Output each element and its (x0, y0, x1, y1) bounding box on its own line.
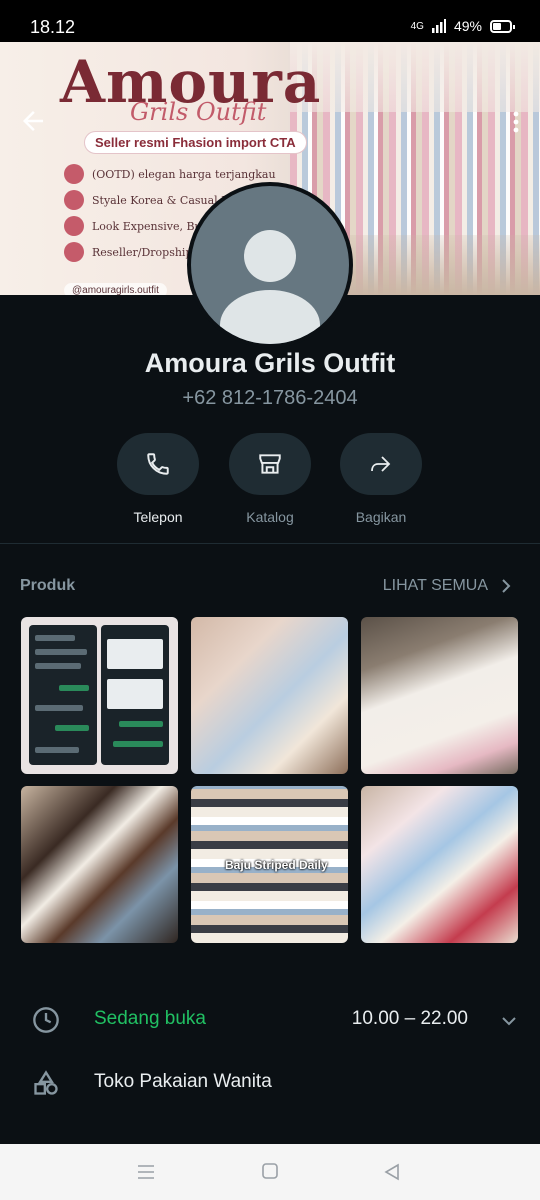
more-options-icon[interactable] (512, 110, 520, 134)
product-tile[interactable] (361, 786, 518, 943)
product-tile[interactable] (191, 617, 348, 774)
shirt-icon (64, 190, 84, 210)
product-tile[interactable]: Baju Striped Daily (191, 786, 348, 943)
back-icon[interactable] (382, 1162, 402, 1182)
share-icon (371, 456, 391, 472)
business-hours: 10.00 – 22.00 (351, 1008, 468, 1029)
phone-icon (147, 453, 169, 475)
category-icon (34, 1070, 58, 1095)
network-indicator: 4G (410, 20, 424, 32)
clock-icon (33, 1007, 59, 1033)
chevron-down-icon[interactable] (500, 1012, 518, 1030)
catalog-label: Katalog (246, 509, 294, 525)
banner-handle: @amouragirls.outfit (64, 283, 167, 295)
product-tile[interactable] (21, 617, 178, 774)
profile-avatar[interactable] (187, 182, 353, 348)
call-button[interactable]: Telepon (108, 433, 208, 525)
home-icon[interactable] (261, 1162, 279, 1180)
business-name: Amoura Grils Outfit (144, 348, 396, 378)
business-category: Toko Pakaian Wanita (94, 1071, 272, 1092)
battery-percent: 49% (453, 18, 482, 34)
dress-icon (64, 164, 84, 184)
business-hours-row[interactable]: Sedang buka 10.00 – 22.00 (0, 990, 540, 1050)
banner-subtitle: Grils Outfit (130, 98, 267, 126)
status-bar: 18.12 4G 49% (0, 0, 540, 42)
products-title: Produk (20, 577, 76, 594)
banner-feature: (OOTD) elegan harga terjangkau (64, 164, 276, 184)
product-tile[interactable] (21, 786, 178, 943)
banner-seller-tag: Seller resmi Fhasion import CTA (84, 131, 307, 154)
catalog-button[interactable]: Katalog (220, 433, 320, 525)
battery-icon (490, 19, 515, 33)
recent-apps-icon[interactable] (136, 1162, 156, 1182)
system-navigation-bar (0, 1144, 540, 1200)
people-icon (64, 242, 84, 262)
product-caption: Baju Striped Daily (225, 858, 328, 872)
call-label: Telepon (133, 509, 183, 525)
see-all-link[interactable]: LIHAT SEMUA (383, 577, 512, 595)
share-button[interactable]: Bagikan (331, 433, 431, 525)
business-category-row: Toko Pakaian Wanita (0, 1053, 540, 1113)
back-arrow-icon[interactable] (18, 106, 48, 136)
store-icon (259, 454, 281, 474)
banner-feature: Reseller/Dropship W (64, 242, 207, 262)
business-phone: +62 812-1786-2404 (182, 387, 358, 409)
status-time: 18.12 (30, 17, 76, 37)
open-status: Sedang buka (94, 1008, 206, 1029)
chevron-right-icon (502, 579, 511, 593)
section-divider (0, 543, 540, 544)
bag-icon (64, 216, 84, 236)
avatar-placeholder-body (220, 290, 320, 344)
avatar-placeholder-head (244, 230, 296, 282)
product-tile[interactable] (361, 617, 518, 774)
signal-icon (431, 19, 446, 33)
share-label: Bagikan (355, 509, 407, 525)
